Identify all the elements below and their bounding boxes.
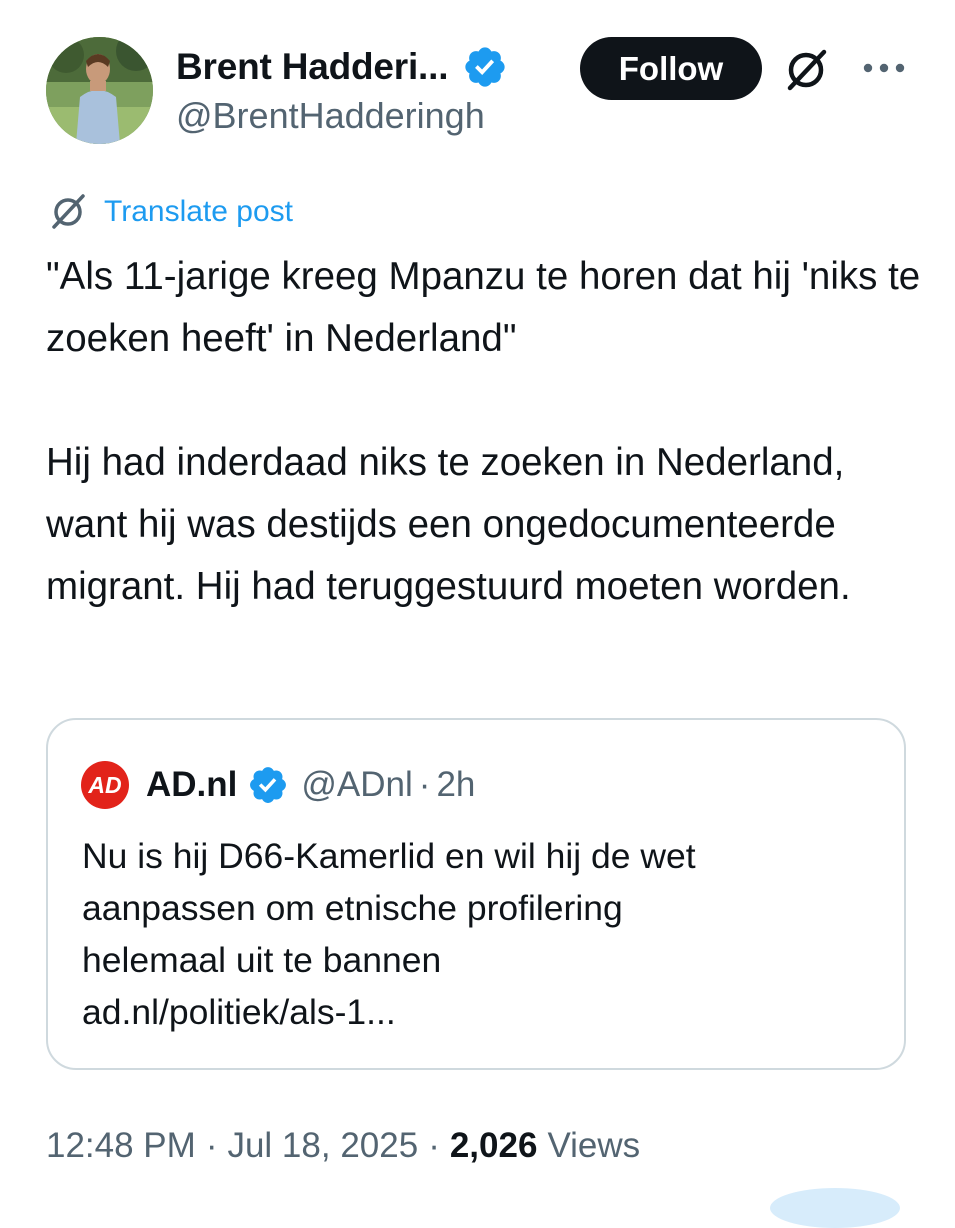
quoted-text-line: Nu is hij D66-Kamerlid en wil hij de wet	[82, 836, 696, 876]
compose-fab[interactable]	[770, 1188, 900, 1228]
quoted-text-line: helemaal uit te bannen	[82, 940, 442, 980]
quoted-author-name[interactable]: AD.nl	[146, 765, 237, 805]
post-detail: Brent Hadderi... @BrentHadderingh Follow…	[0, 0, 955, 1228]
ad-logo-text: AD	[87, 772, 121, 798]
quoted-text-line: aanpassen om etnische profilering	[82, 888, 623, 928]
avatar[interactable]	[46, 37, 153, 144]
post-paragraph: "Als 11-jarige kreeg Mpanzu te horen dat…	[46, 255, 921, 360]
separator-dot: ·	[418, 765, 431, 804]
quoted-post-card[interactable]: AD AD.nl @ADnl · 2h Nu is hij D66-Kamerl…	[46, 718, 906, 1070]
translate-icon	[52, 194, 85, 229]
quoted-post-time[interactable]: 2h	[436, 765, 475, 805]
more-horizontal-icon	[863, 63, 905, 73]
translate-post-label[interactable]: Translate post	[104, 195, 293, 229]
translate-post-link[interactable]: Translate post	[46, 190, 293, 234]
grok-icon[interactable]	[780, 44, 832, 96]
quoted-author-handle[interactable]: @ADnl	[301, 765, 412, 805]
views-count[interactable]: 2,026	[450, 1126, 538, 1166]
author-handle[interactable]: @BrentHadderingh	[176, 95, 485, 137]
verified-badge-icon	[250, 767, 287, 803]
post-text: "Als 11-jarige kreeg Mpanzu te horen dat…	[46, 246, 926, 618]
views-label[interactable]: Views	[547, 1126, 640, 1166]
quoted-post-text: Nu is hij D66-Kamerlid en wil hij de wet…	[82, 830, 882, 1038]
separator-dot: ·	[428, 1126, 440, 1165]
quoted-link[interactable]: ad.nl/politiek/als-1...	[82, 986, 882, 1038]
verified-badge-icon	[465, 47, 505, 87]
follow-button[interactable]: Follow	[580, 37, 762, 100]
author-display-name[interactable]: Brent Hadderi...	[176, 46, 448, 88]
post-meta: 12:48 PM · Jul 18, 2025 · 2,026 Views	[46, 1118, 640, 1174]
quoted-post-header: AD AD.nl @ADnl · 2h	[80, 760, 475, 810]
post-date[interactable]: Jul 18, 2025	[227, 1126, 418, 1166]
post-time[interactable]: 12:48 PM	[46, 1126, 196, 1166]
avatar-photo	[46, 37, 153, 144]
post-paragraph: Hij had inderdaad niks te zoeken in Nede…	[46, 441, 851, 608]
more-options-button[interactable]	[860, 48, 908, 88]
separator-dot: ·	[205, 1126, 218, 1165]
author-name-row[interactable]: Brent Hadderi...	[176, 40, 508, 94]
ad-logo-icon[interactable]: AD	[80, 760, 130, 810]
